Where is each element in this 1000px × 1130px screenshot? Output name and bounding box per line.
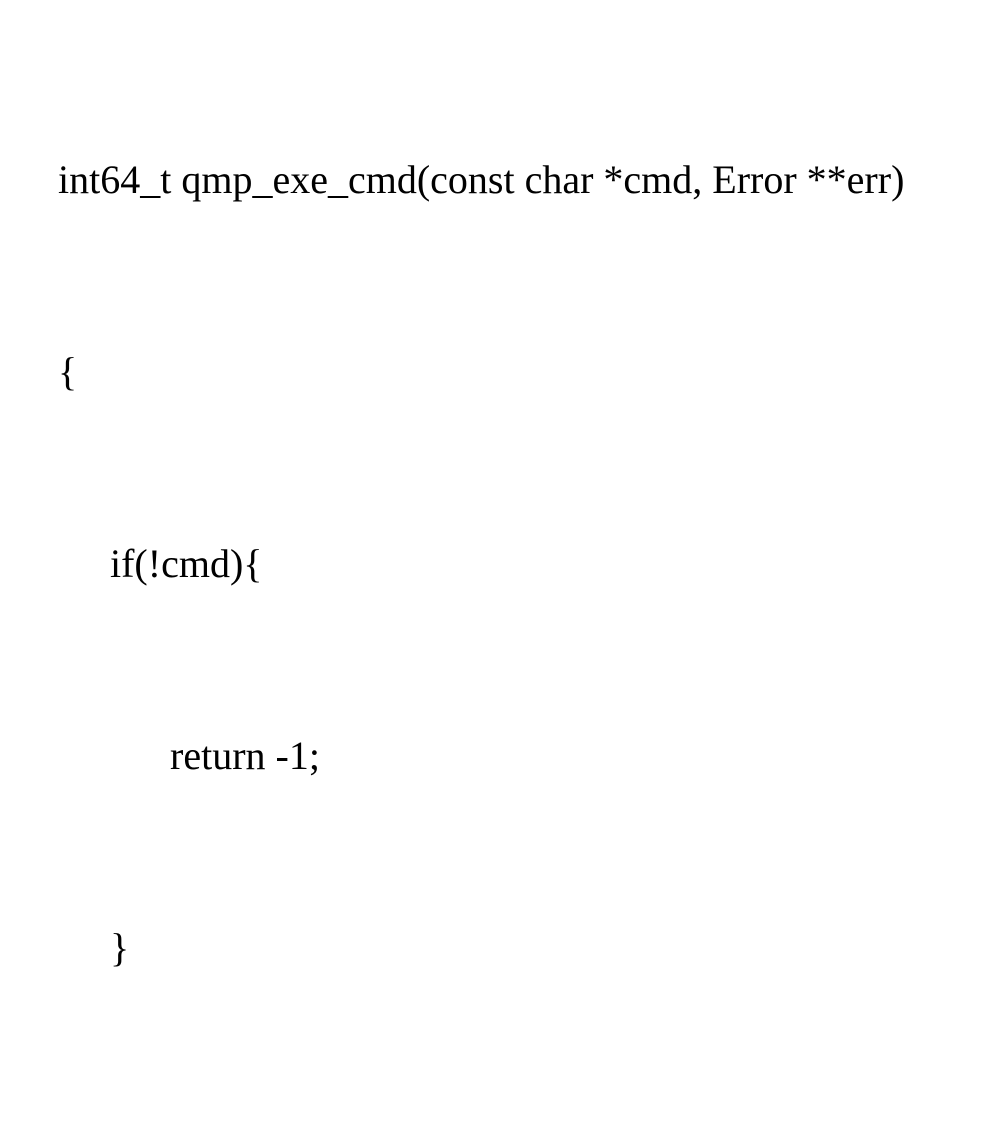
code-snippet: int64_t qmp_exe_cmd(const char *cmd, Err… — [10, 20, 990, 1130]
code-line: if(!cmd){ — [10, 532, 990, 596]
code-line — [10, 1108, 990, 1130]
code-line: int64_t qmp_exe_cmd(const char *cmd, Err… — [10, 148, 990, 212]
code-line: { — [10, 340, 990, 404]
code-line: return -1; — [10, 724, 990, 788]
code-line: } — [10, 916, 990, 980]
